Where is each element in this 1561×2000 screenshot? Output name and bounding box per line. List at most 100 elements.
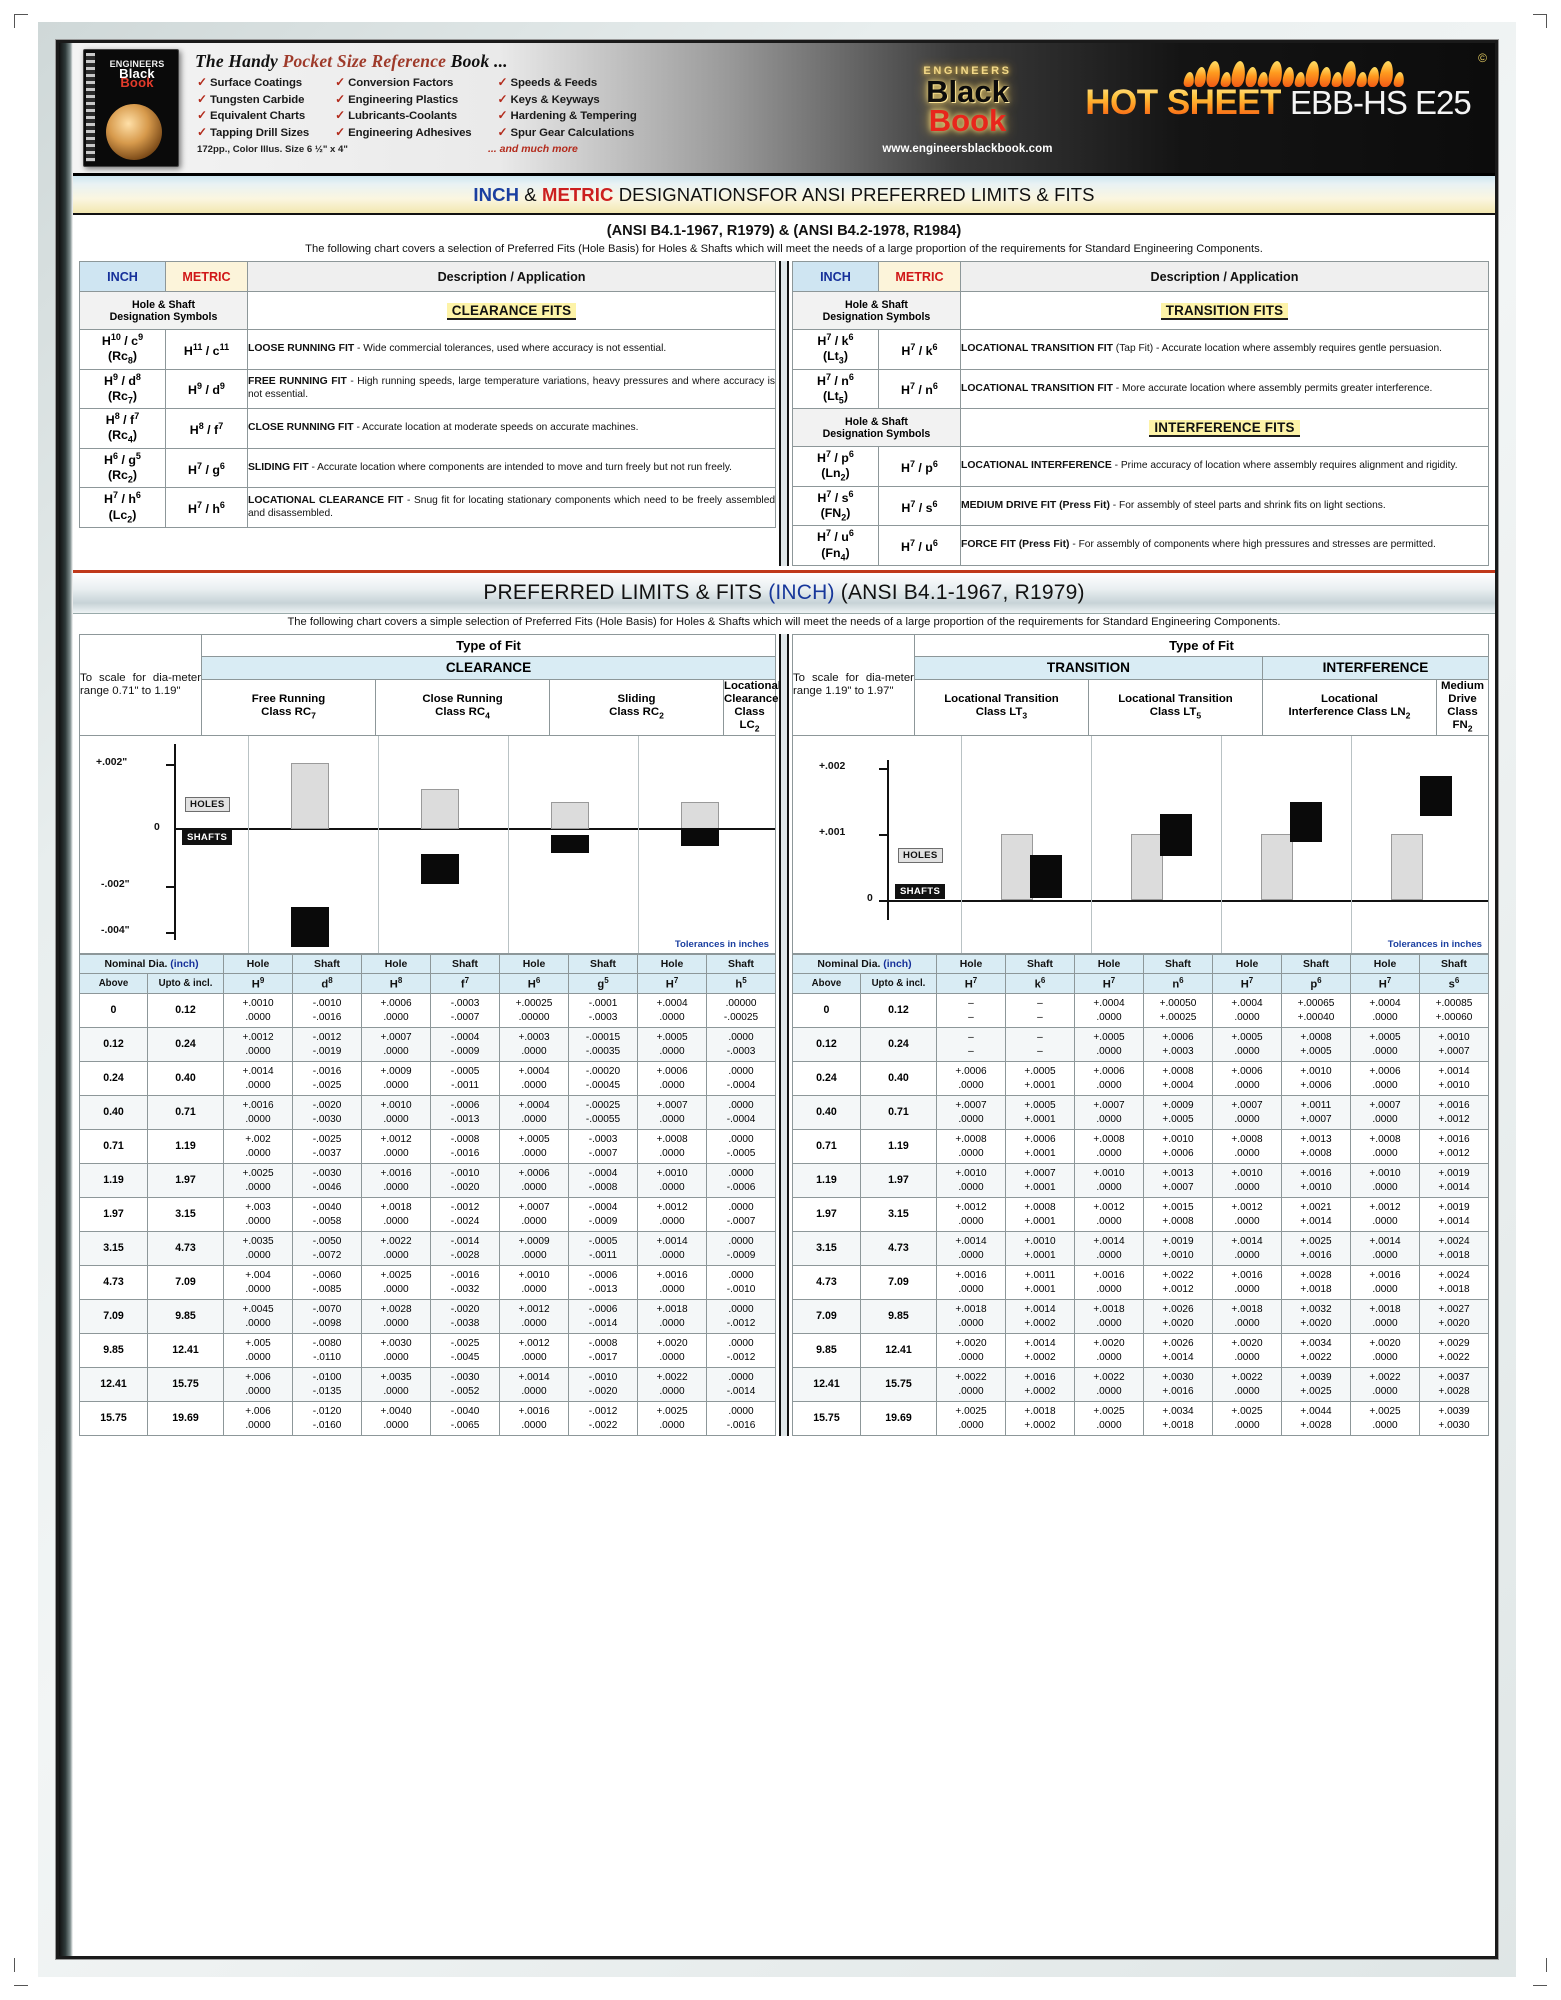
fit-kind-clearance: CLEARANCE: [200, 655, 777, 680]
metric-symbol: H7 / p6: [877, 446, 961, 487]
tolerance-cell: +.0029 +.0022: [1418, 1333, 1490, 1369]
table-row: 7.09 9.85 +.0018.0000 +.0014 +.0002 +.0018.00…: [791, 1299, 1490, 1335]
tolerance-cell: +.0005.0000: [1349, 1027, 1420, 1063]
range-upto: 3.15: [859, 1197, 937, 1233]
sheet-code: EBB-HS E25: [1290, 84, 1472, 121]
feature-label: Keys & Keyways: [510, 93, 600, 106]
y-tick-plus002: [878, 768, 888, 770]
tolerance-cell: +.0004.0000: [1349, 993, 1420, 1029]
table-row: 0.71 1.19 +.0008.0000 +.0006 +.0001 +.0008.00…: [791, 1129, 1490, 1165]
range-upto: 3.15: [146, 1197, 225, 1233]
metric-symbol: H8 / f7: [165, 408, 248, 449]
feature-label: Hardening & Tempering: [510, 110, 637, 122]
tolerance-cell: +.0008.0000: [1349, 1129, 1420, 1165]
tolerance-cell: – –: [1004, 993, 1075, 1029]
data-header-row-1: Nominal Dia. (inch) Hole Shaft Hole Shaf…: [78, 954, 777, 975]
tolerance-cell: – –: [1004, 1027, 1075, 1063]
table-row: 0.12 0.24– – – – +.0005.0000 +.0006 +.0003 +.000…: [791, 1027, 1490, 1063]
tolerance-cell: +.0016.0000: [935, 1265, 1006, 1301]
range-upto: 1.97: [146, 1163, 225, 1199]
tolerance-cell: +.006.0000: [223, 1367, 294, 1403]
tolerance-cell: +.0006.0000: [637, 1061, 708, 1097]
table-row: 3.15 4.73 +.0014.0000 +.0010 +.0001 +.0014.00…: [791, 1231, 1490, 1267]
inch-symbol: H9 / d8 (Rc7): [79, 368, 166, 410]
fit-description: SLIDING FIT - Accurate location where co…: [246, 447, 777, 489]
tolerance-cell: +.0007.0000: [637, 1095, 708, 1131]
tolerance-cell: +.0025.0000: [637, 1401, 708, 1437]
tolerances-note-right: Tolerances in inches: [1387, 939, 1482, 951]
tolerance-cell: +.0007.0000: [935, 1095, 1006, 1131]
sym-H6: H6: [499, 973, 570, 995]
sym-H9: H9: [223, 973, 294, 995]
logo-book-word: Book: [928, 103, 1007, 138]
tolerance-cell: +.0012.0000: [361, 1129, 432, 1165]
shaft-header: Shaft: [1280, 954, 1351, 975]
fit-title: MEDIUM DRIVE FIT (Press Fit): [960, 499, 1110, 511]
tolerance-cell: +.0039 +.0030: [1418, 1401, 1490, 1437]
fit-description: LOCATIONAL CLEARANCE FIT - Snug fit for …: [246, 487, 777, 528]
category-cell: CLEARANCE FITS: [246, 291, 777, 330]
section2-title-inch: (INCH): [762, 580, 835, 604]
tolerance-cell: -.0070 -.0098: [292, 1299, 363, 1335]
fit-text: - Accurate location at moderate speeds o…: [353, 422, 639, 434]
tolerance-cell: -.0040 -.0065: [430, 1401, 501, 1437]
designation-symbols-label: Hole & Shaft Designation Symbols: [79, 291, 248, 330]
tolerance-cell: +.0018.0000: [1349, 1299, 1420, 1335]
tolerance-cell: -.0040 -.0058: [292, 1197, 363, 1233]
hole-header: Hole: [637, 954, 708, 975]
fit-description: LOCATIONAL TRANSITION FIT - More accurat…: [959, 368, 1490, 410]
range-upto: 0.12: [146, 993, 225, 1029]
tolerance-cell: +.0024 +.0018: [1418, 1231, 1490, 1267]
hole-header: Hole: [499, 954, 570, 975]
tolerance-cell: +.003.0000: [223, 1197, 294, 1233]
range-above: 9.85: [79, 1333, 148, 1369]
tolerance-cell: -.0001 -.0003: [568, 993, 639, 1029]
tolerance-cell: +.0007.0000: [1211, 1095, 1282, 1131]
feature-grid: ✓ Surface Coatings ✓ Tungsten Carbide ✓ Equ…: [193, 75, 856, 139]
nominal-dia-unit: (inch): [170, 958, 199, 970]
range-above: 12.41: [791, 1367, 861, 1403]
sym-n6: n6: [1142, 973, 1213, 995]
fit-text: - Accurate location where components are…: [308, 461, 733, 473]
table-row: H7 / h6 (Lc2) H7 / h6 LOCATIONAL CLEARANC…: [79, 487, 777, 528]
tolerance-cell: +.0037 +.0028: [1418, 1367, 1490, 1403]
inch-symbol: H7 / s6 (FN2): [791, 485, 879, 527]
tolerance-cell: +.0022.0000: [1211, 1367, 1282, 1403]
table-row: 15.75 19.69 +.006.0000 -.0120 -.0160 +.0040.0…: [79, 1401, 777, 1437]
website-url[interactable]: www.engineersblackbook.com: [882, 143, 1052, 155]
inch-symbol: H7 / k6 (Lt3): [791, 329, 879, 370]
fit-paren: (Tap Fit): [1112, 343, 1154, 355]
fit-title: LOCATIONAL CLEARANCE FIT: [248, 495, 404, 507]
range-upto: 0.40: [859, 1061, 937, 1097]
clearance-chart-header: To scale for dia-meter range 0.71" to 1.…: [78, 633, 781, 955]
range-above: 3.15: [79, 1231, 148, 1267]
type-of-fit-label: Type of Fit: [200, 633, 777, 657]
range-above: 1.19: [791, 1163, 861, 1199]
fit-text: - Accurate location where assembly requi…: [1153, 343, 1442, 355]
range-above: 7.09: [791, 1299, 861, 1335]
sheet-border: ENGINEERS Black Book The Handy Pocket Si…: [38, 22, 1516, 1977]
range-upto: 0.40: [146, 1061, 225, 1097]
hole-header: Hole: [1211, 954, 1282, 975]
tolerance-cell: +.0014.0000: [1211, 1231, 1282, 1267]
tolerance-cell: -.0006 -.0014: [568, 1299, 639, 1335]
tolerance-cell: +.0012.0000: [499, 1299, 570, 1335]
clearance-data-table: Nominal Dia. (inch) Hole Shaft Hole Shaf…: [78, 954, 777, 1437]
page-root: ENGINEERS Black Book The Handy Pocket Si…: [0, 0, 1561, 2000]
shaft-header: Shaft: [1418, 954, 1490, 975]
fit-title: LOCATIONAL TRANSITION FIT: [960, 382, 1113, 394]
range-upto: 0.71: [146, 1095, 225, 1131]
fit-title: LOOSE RUNNING FIT: [248, 343, 355, 355]
sym-k6: k6: [1004, 973, 1075, 995]
metric-symbol: H7 / g6: [165, 447, 248, 489]
table-row: 12.41 15.75 +.006.0000 -.0100 -.0135 +.0035.0…: [79, 1367, 777, 1403]
nominal-dia-header: Nominal Dia. (inch): [78, 954, 225, 975]
tolerance-cell: -.0005 -.0011: [430, 1061, 501, 1097]
tolerance-cell: -.0120 -.0160: [292, 1401, 363, 1437]
tolerance-cell: +.0014.0000: [1073, 1231, 1144, 1267]
nominal-dia-text: Nominal Dia.: [104, 958, 171, 970]
tolerance-cell: .00000 -.00025: [706, 993, 777, 1029]
table-row: 15.75 19.69 +.0025.0000 +.0018 +.0002 +.0025.…: [791, 1401, 1490, 1437]
range-upto: 9.85: [859, 1299, 937, 1335]
hole-header: Hole: [935, 954, 1006, 975]
